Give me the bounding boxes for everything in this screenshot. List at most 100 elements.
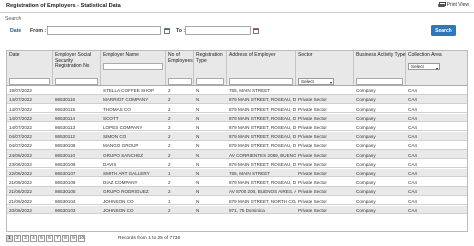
cell-ssrn: 86530116	[55, 97, 76, 103]
cell-collection-area: CA4	[408, 106, 417, 112]
cell-date: 04/07/2022	[9, 143, 32, 149]
date-label: Date	[10, 28, 22, 34]
cell-date: 21/06/2022	[9, 180, 32, 186]
pagination: 1 2 3 4 5 6 7 8 9 10	[6, 234, 85, 242]
cell-address: 879 MAIN STREET, ROSEAU, Domi	[229, 97, 296, 103]
cell-address: 879 MAIN STREET, ROSEAU, Domi	[229, 115, 296, 121]
table-row[interactable]: 21/06/2022 86530105 GRUPO RODRIGUEZ 2 N AV 87…	[7, 187, 467, 196]
to-date-input[interactable]	[185, 26, 251, 35]
cell-employer-name: MANGO GROUP	[103, 143, 139, 149]
collection-area-filter-select[interactable]: Select ▾	[408, 63, 440, 71]
table-row[interactable]: 14/07/2022 86530114 SCOTT 2 N 879 MAIN STREET…	[7, 113, 467, 123]
cell-employer-name: JOHNSON CO	[103, 207, 134, 213]
page-button[interactable]: 1	[6, 234, 13, 242]
table-row[interactable]: 14/07/2022 86530113 LOPES COMPANY 2 N 879 MAI…	[7, 123, 467, 132]
table-row[interactable]: 24/06/2022 86530110 GRUPO SANCHEZ 2 N AV CORR…	[7, 150, 467, 159]
cell-address: 879 MAIN STREET, ROSEAU, Domi	[229, 161, 296, 167]
cell-sector: Private Sector	[298, 161, 327, 167]
col-header-collection-area[interactable]: Collection Area	[406, 52, 469, 59]
cell-registration-type: N	[196, 115, 200, 121]
table-row[interactable]: 04/07/2022 86530112 SIMON CO 2 N 879 MAIN STR…	[7, 132, 467, 141]
col-header-ssrn[interactable]: Employer Social Security Registration No	[53, 52, 101, 70]
page-button[interactable]: 9	[70, 234, 77, 242]
cell-sector: Private Sector	[298, 97, 327, 103]
business-activity-filter-input[interactable]	[356, 78, 403, 85]
cell-collection-area: CA4	[408, 207, 417, 213]
page-button[interactable]: 3	[22, 234, 29, 242]
table-row[interactable]: 21/06/2022 86530106 DIAZ COMPANY 2 N 879 MAIN…	[7, 178, 467, 187]
col-header-registration-type[interactable]: Registration Type	[194, 52, 227, 64]
table-row[interactable]: 22/06/2022 86530107 SMITH ART GALLERY 1 N 765…	[7, 168, 467, 178]
page-button[interactable]: 10	[78, 234, 85, 242]
employees-filter-input[interactable]	[168, 78, 192, 85]
table-row[interactable]: 21/06/2022 86530104 JOHNSON CO 1 N 879 MAIN S…	[7, 196, 467, 205]
cell-address: 879 MAIN STREET, ROSEAU, Domi	[229, 124, 296, 130]
page-button[interactable]: 8	[62, 234, 69, 242]
employers-table: Date Employer Social Security Registrati…	[6, 50, 468, 232]
cell-registration-type: N	[196, 189, 200, 195]
cell-registration-type: N	[196, 207, 200, 213]
cell-registration-type: N	[196, 97, 200, 103]
col-header-no-employees[interactable]: No of Employees	[166, 52, 194, 64]
address-filter-input[interactable]	[229, 78, 293, 85]
from-date-input[interactable]	[47, 26, 161, 35]
cell-employer-name: SMITH ART GALLERY	[103, 170, 150, 176]
cell-ssrn: 86530103	[55, 207, 76, 213]
cell-business-activity: Company	[356, 115, 376, 121]
cell-no-employees: 2	[168, 207, 171, 213]
calendar-icon[interactable]	[253, 27, 259, 34]
date-filter-input[interactable]	[9, 78, 50, 85]
cell-employer-name: SIMON CO	[103, 134, 127, 140]
ssrn-filter-input[interactable]	[55, 78, 98, 85]
cell-business-activity: Company	[356, 180, 376, 186]
col-header-sector[interactable]: Sector	[296, 52, 354, 59]
cell-date: 21/06/2022	[9, 189, 32, 195]
page-button[interactable]: 4	[30, 234, 37, 242]
page-button[interactable]: 2	[14, 234, 21, 242]
cell-ssrn: 86530106	[55, 180, 76, 186]
cell-date: 14/07/2022	[9, 97, 32, 103]
employer-name-filter-input[interactable]	[103, 63, 163, 70]
table-row[interactable]: 14/07/2022 86530116 MARRIOT COMPANY 2 N 879 M…	[7, 95, 467, 104]
page-button[interactable]: 6	[46, 234, 53, 242]
cell-sector: Private Sector	[298, 124, 327, 130]
cell-date: 14/07/2022	[9, 115, 32, 121]
col-header-employer-name[interactable]: Employer Name	[101, 52, 166, 59]
page-button[interactable]: 5	[38, 234, 45, 242]
printer-icon	[437, 2, 446, 8]
print-view-label: Print View	[446, 2, 469, 8]
col-header-date[interactable]: Date	[7, 52, 53, 59]
cell-collection-area: CA4	[408, 170, 417, 176]
table-row[interactable]: 19/07/2022 STELLA COFFEE SHOP 2 N 765, MAIN …	[7, 86, 467, 95]
cell-business-activity: Company	[356, 207, 376, 213]
cell-employer-name: SCOTT	[103, 115, 119, 121]
table-row[interactable]: 20/06/2022 86530103 JOHNSON CO 2 N 971, 75 Do…	[7, 205, 467, 215]
search-button[interactable]: Search	[431, 25, 456, 36]
cell-address: 765, MAIN STREET	[229, 170, 271, 176]
print-view-button[interactable]: Print View	[437, 2, 469, 8]
calendar-icon[interactable]	[164, 27, 170, 34]
cell-collection-area: CA4	[408, 88, 417, 94]
cell-address: 879 MAIN STREET, ROSEAU, Domi	[229, 134, 296, 140]
table-row[interactable]: 14/07/2022 86530115 THOMAS CO 2 N 879 MAIN ST…	[7, 104, 467, 113]
cell-employer-name: MARRIOT COMPANY	[103, 97, 149, 103]
table-row[interactable]: 04/07/2022 86530108 MANGO GROUP 2 N 879 MAIN …	[7, 141, 467, 150]
cell-no-employees: 2	[168, 88, 171, 94]
col-header-business-activity[interactable]: Business Activity Type	[354, 52, 406, 59]
cell-employer-name: JOHNSON CO	[103, 198, 134, 204]
cell-date: 21/06/2022	[9, 198, 32, 204]
table-row[interactable]: 23/06/2022 86530109 DAVIS 2 N 879 MAIN STREET…	[7, 160, 467, 169]
cell-collection-area: CA4	[408, 97, 417, 103]
cell-sector: Private Sector	[298, 180, 327, 186]
sector-filter-select[interactable]: Select ▾	[298, 77, 334, 85]
cell-collection-area: CA4	[408, 161, 417, 167]
page-button[interactable]: 7	[54, 234, 61, 242]
cell-registration-type: N	[196, 143, 200, 149]
registration-type-filter-input[interactable]	[196, 78, 224, 85]
col-header-address[interactable]: Address of Employer	[227, 52, 296, 59]
cell-employer-name: GRUPO RODRIGUEZ	[103, 189, 149, 195]
title-divider	[0, 11, 474, 13]
cell-address: AV 8700 200, BUENOS AIRES, Ar	[229, 189, 296, 195]
cell-collection-area: CA4	[408, 180, 417, 186]
cell-collection-area: CA4	[408, 198, 417, 204]
